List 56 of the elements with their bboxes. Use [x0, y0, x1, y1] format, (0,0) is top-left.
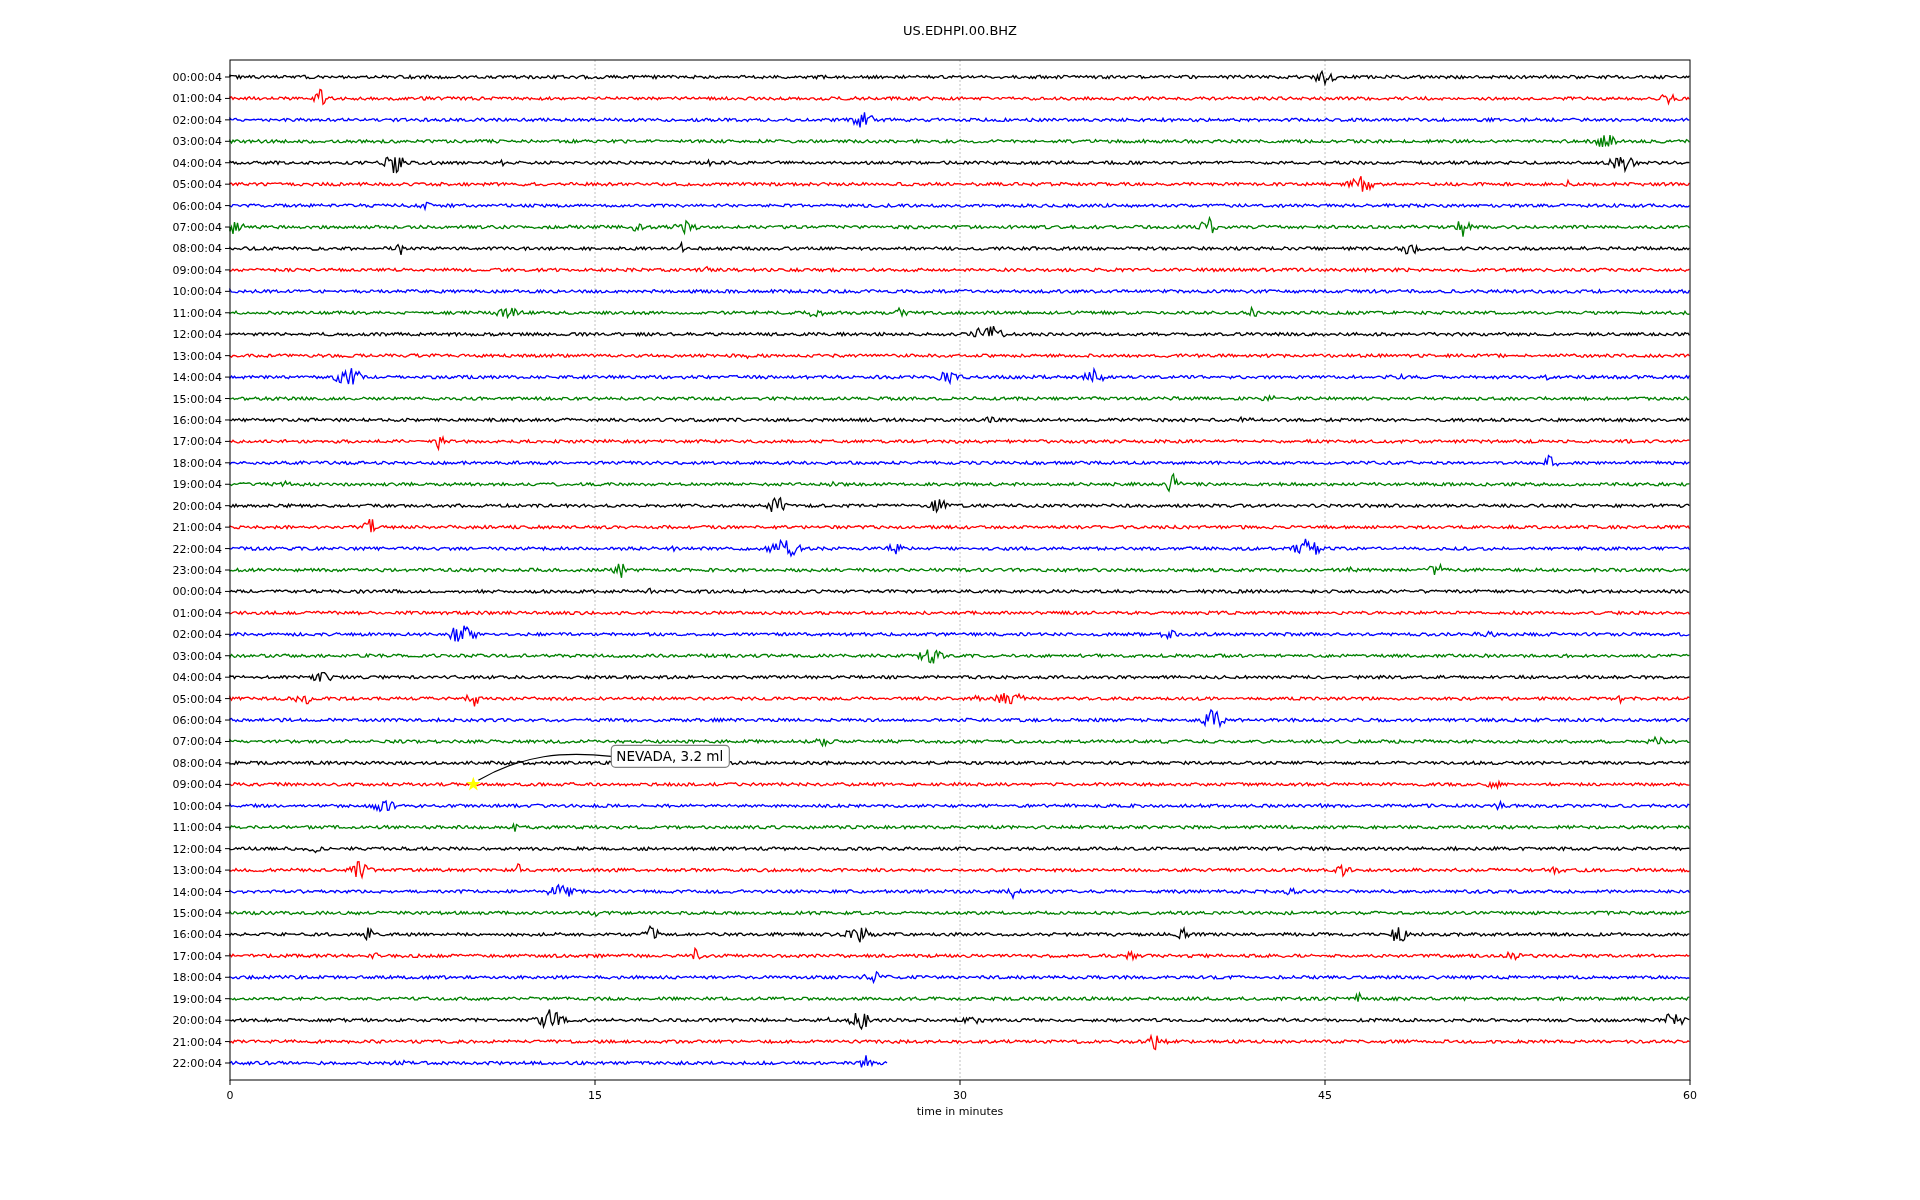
y-tick-label: 12:00:04: [172, 842, 222, 856]
y-tick-label: 17:00:04: [172, 435, 222, 449]
y-tick-label: 19:00:04: [172, 992, 222, 1006]
y-tick-label: 07:00:04: [172, 221, 222, 235]
y-tick-label: 14:00:04: [172, 885, 222, 899]
y-tick-label: 22:00:04: [172, 1057, 222, 1070]
plot-title: US.EDHPI.00.BHZ: [903, 23, 1017, 38]
y-tick-label: 15:00:04: [172, 906, 222, 920]
x-axis-label: time in minutes: [916, 1105, 1004, 1118]
y-tick-label: 09:00:04: [172, 778, 222, 792]
y-tick-label: 08:00:04: [172, 756, 222, 770]
x-tick-label: 45: [1318, 1089, 1332, 1102]
y-tick-label: 18:00:04: [172, 971, 222, 985]
y-tick-label: 10:00:04: [172, 285, 222, 299]
y-tick-label: 14:00:04: [172, 371, 222, 385]
y-tick-label: 20:00:04: [172, 499, 222, 513]
y-tick-label: 21:00:04: [172, 521, 222, 535]
y-tick-label: 03:00:04: [172, 649, 222, 663]
y-tick-label: 05:00:04: [172, 178, 222, 192]
y-tick-label: 03:00:04: [172, 135, 222, 149]
y-tick-label: 07:00:04: [172, 735, 222, 749]
y-tick-label: 16:00:04: [172, 413, 222, 427]
x-tick-label: 15: [588, 1089, 602, 1102]
y-tick-label: 01:00:04: [172, 92, 222, 106]
x-tick-label: 60: [1683, 1089, 1697, 1102]
y-tick-label: 02:00:04: [172, 628, 222, 642]
y-tick-label: 19:00:04: [172, 478, 222, 492]
y-tick-label: 05:00:04: [172, 692, 222, 706]
y-tick-label: 15:00:04: [172, 392, 222, 406]
y-tick-label: 09:00:04: [172, 263, 222, 277]
y-tick-label: 06:00:04: [172, 199, 222, 213]
y-tick-label: 00:00:04: [172, 585, 222, 599]
y-tick-label: 18:00:04: [172, 456, 222, 470]
y-tick-label: 13:00:04: [172, 349, 222, 363]
star-icon: [466, 776, 481, 791]
y-tick-label: 17:00:04: [172, 949, 222, 963]
y-tick-label: 16:00:04: [172, 928, 222, 942]
x-tick-label: 0: [226, 1089, 234, 1102]
x-tick-label: 30: [953, 1089, 967, 1102]
y-tick-label: 01:00:04: [172, 606, 222, 620]
y-tick-label: 21:00:04: [172, 1035, 222, 1049]
y-tick-label: 04:00:04: [172, 156, 222, 170]
y-tick-label: 22:00:04: [172, 542, 222, 556]
y-tick-label: 08:00:04: [172, 242, 222, 256]
y-tick-label: 06:00:04: [172, 714, 222, 728]
y-tick-label: 20:00:04: [172, 1014, 222, 1028]
y-tick-label: 12:00:04: [172, 328, 222, 342]
annotation-label: NEVADA, 3.2 ml: [610, 744, 730, 768]
y-tick-label: 13:00:04: [172, 864, 222, 878]
y-tick-label: 11:00:04: [172, 821, 222, 835]
y-tick-label: 00:00:04: [172, 71, 222, 84]
y-tick-label: 02:00:04: [172, 113, 222, 127]
y-tick-label: 04:00:04: [172, 671, 222, 685]
y-tick-label: 11:00:04: [172, 306, 222, 320]
y-tick-label: 23:00:04: [172, 564, 222, 577]
y-tick-label: 10:00:04: [172, 799, 222, 813]
